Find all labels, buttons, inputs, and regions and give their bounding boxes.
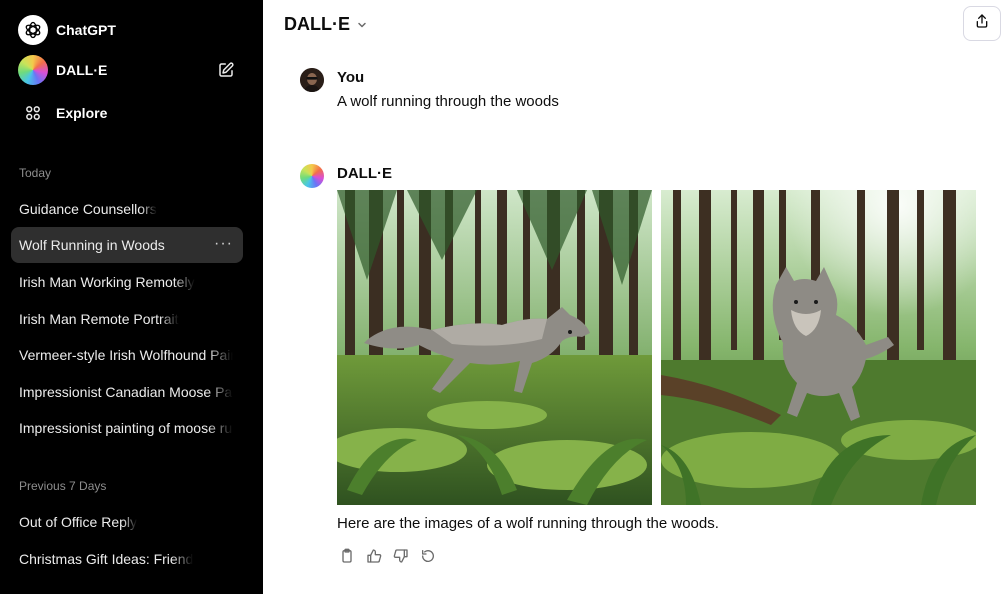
- user-message-text: A wolf running through the woods: [337, 93, 559, 110]
- chat-item[interactable]: Irish Man Remote Portrait: [11, 301, 243, 337]
- more-options-icon[interactable]: ···: [214, 236, 233, 252]
- chat-item[interactable]: Irish Man Working Remotely: [11, 264, 243, 300]
- chat-item-active[interactable]: Wolf Running in Woods ···: [11, 227, 243, 263]
- new-chat-icon[interactable]: [217, 61, 235, 79]
- dalle-avatar-icon: [18, 55, 48, 85]
- model-selector[interactable]: DALL·E: [284, 13, 368, 35]
- chat-item-label: Irish Man Remote Portrait: [19, 311, 179, 327]
- app-name: ChatGPT: [56, 22, 116, 38]
- chat-item[interactable]: Vermeer-style Irish Wolfhound Painting: [11, 337, 243, 373]
- dalle-avatar: [300, 164, 324, 188]
- chatgpt-logo-icon: [18, 15, 48, 45]
- chat-item-label: Wolf Running in Woods: [19, 237, 165, 253]
- chat-item-label: Out of Office Reply: [19, 514, 138, 530]
- user-author-name: You: [337, 69, 365, 86]
- section-title-previous-7-days: Previous 7 Days: [19, 479, 107, 493]
- copy-icon[interactable]: [337, 546, 356, 565]
- section-title-today: Today: [19, 166, 52, 180]
- sidebar-gpt-dalle[interactable]: DALL·E: [11, 52, 243, 88]
- chat-item[interactable]: Guidance Counsellors: [11, 191, 243, 227]
- chat-item-label: Vermeer-style Irish Wolfhound Painting: [19, 347, 233, 363]
- model-name: DALL·E: [284, 13, 350, 34]
- explore-grid-icon: [18, 98, 48, 128]
- regenerate-icon[interactable]: [418, 546, 437, 565]
- thumbs-down-icon[interactable]: [391, 546, 410, 565]
- chat-item-label: Christmas Gift Ideas: Friend: [19, 551, 194, 567]
- assistant-author-name: DALL·E: [337, 165, 392, 182]
- chat-item-label: Guidance Counsellors: [19, 201, 157, 217]
- chat-item[interactable]: Impressionist painting of moose rut: [11, 410, 243, 446]
- chat-item[interactable]: Impressionist Canadian Moose Painting: [11, 374, 243, 410]
- generated-image-1[interactable]: [337, 190, 652, 505]
- share-icon: [974, 13, 990, 34]
- gpt-name: DALL·E: [56, 62, 108, 78]
- message-actions: [337, 546, 437, 565]
- share-button[interactable]: [963, 6, 1001, 41]
- sidebar: ChatGPT DALL·E Explore Today Guidance Co…: [0, 0, 263, 594]
- sidebar-explore[interactable]: Explore: [11, 95, 243, 131]
- chat-item[interactable]: Out of Office Reply: [11, 504, 243, 540]
- main-panel: DALL·E You A wolf running through the wo…: [263, 0, 1008, 594]
- chat-item[interactable]: Christmas Gift Ideas: Friend: [11, 541, 243, 577]
- chevron-down-icon: [356, 18, 368, 30]
- user-avatar: [300, 68, 324, 92]
- chat-item-label: Impressionist painting of moose rut: [19, 420, 233, 436]
- generated-image-2[interactable]: [661, 190, 976, 505]
- chat-item-label: Impressionist Canadian Moose Painting: [19, 384, 233, 400]
- explore-label: Explore: [56, 105, 108, 121]
- chat-item-label: Irish Man Working Remotely: [19, 274, 195, 290]
- sidebar-chatgpt-home[interactable]: ChatGPT: [11, 12, 243, 48]
- thumbs-up-icon[interactable]: [364, 546, 383, 565]
- assistant-message-text: Here are the images of a wolf running th…: [337, 515, 719, 532]
